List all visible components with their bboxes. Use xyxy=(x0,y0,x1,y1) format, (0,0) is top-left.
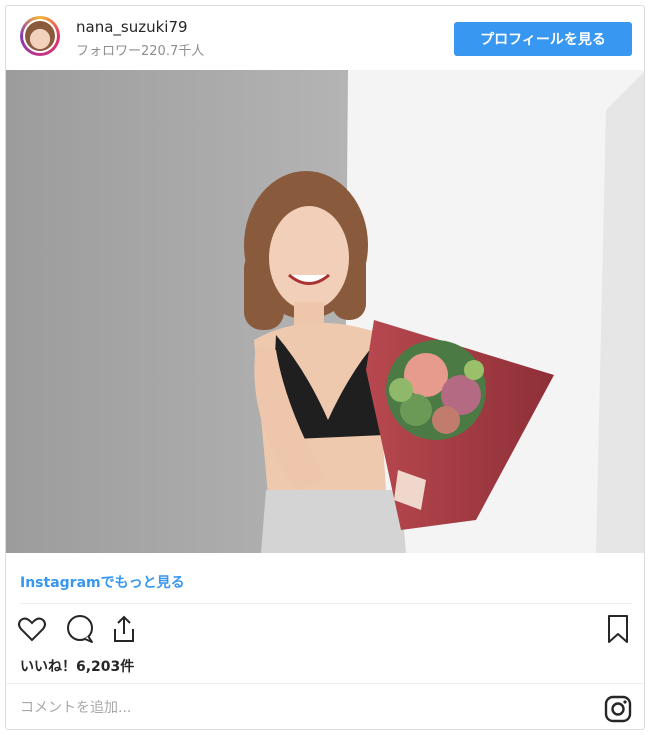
like-count: いいね！6,203件 xyxy=(20,659,135,675)
instagram-icon[interactable] xyxy=(604,695,632,723)
share-icon[interactable] xyxy=(108,613,142,647)
instagram-more-link[interactable]: Instagramでもっと見る xyxy=(20,572,185,592)
post-photo[interactable] xyxy=(6,70,644,553)
instagram-embed-card: nana_suzuki79 フォロワー220.7千人 プロフィールを見る Ins… xyxy=(5,5,645,730)
heart-icon[interactable] xyxy=(16,613,50,647)
avatar[interactable] xyxy=(20,16,60,56)
bookmark-icon[interactable] xyxy=(602,613,636,647)
divider xyxy=(6,683,644,684)
username[interactable]: nana_suzuki79 xyxy=(76,18,188,36)
post-header: nana_suzuki79 フォロワー220.7千人 プロフィールを見る xyxy=(6,6,644,70)
follower-count: フォロワー220.7千人 xyxy=(76,44,205,59)
action-bar xyxy=(16,613,636,649)
photo-illustration xyxy=(6,70,644,553)
comment-icon[interactable] xyxy=(64,613,98,647)
comment-input[interactable] xyxy=(18,691,582,725)
view-profile-button[interactable]: プロフィールを見る xyxy=(454,22,632,56)
divider xyxy=(20,603,632,604)
